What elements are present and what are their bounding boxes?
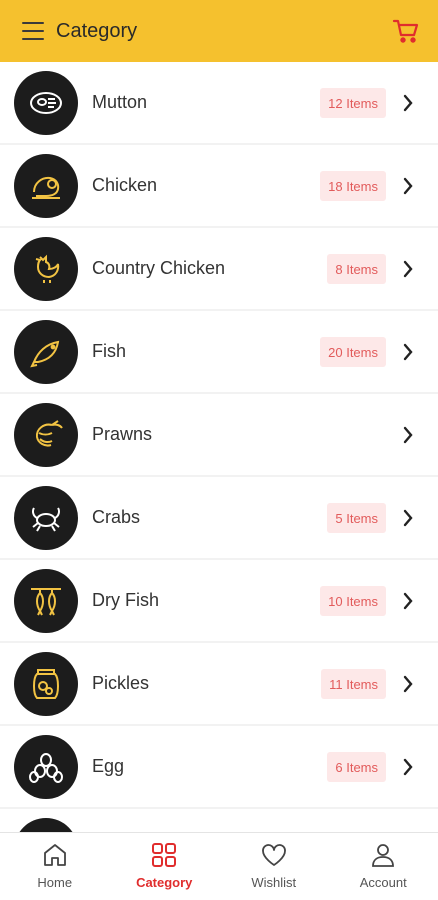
category-row-fish[interactable]: Fish 20 Items (0, 311, 438, 392)
category-label: Prawns (92, 424, 153, 444)
eggs-icon (14, 734, 78, 799)
item-count-badge: 20 Items (320, 337, 386, 367)
category-row-prawns[interactable]: Prawns (0, 394, 438, 475)
category-row-egg[interactable]: Egg 6 Items (0, 726, 438, 807)
chevron-right-icon (403, 592, 413, 610)
app-header: Category (0, 0, 438, 62)
category-row-partial[interactable] (0, 809, 438, 832)
chevron-right-icon (403, 675, 413, 693)
category-row-crabs[interactable]: Crabs 5 Items (0, 477, 438, 558)
hamburger-menu-icon[interactable] (22, 22, 44, 40)
dry-fish-icon (14, 568, 78, 633)
item-count-badge: 10 Items (320, 586, 386, 616)
roast-chicken-icon (14, 153, 78, 218)
nav-home[interactable]: Home (0, 833, 110, 900)
prawn-icon (14, 402, 78, 467)
item-count-badge: 6 Items (327, 752, 386, 782)
nav-label: Category (136, 875, 193, 890)
bottom-navigation: Home Category Wishlist Account (0, 832, 438, 900)
steak-icon (14, 70, 78, 135)
fish-icon (14, 319, 78, 384)
chevron-right-icon (403, 260, 413, 278)
nav-label: Wishlist (251, 875, 297, 890)
category-row-country-chicken[interactable]: Country Chicken 8 Items (0, 228, 438, 309)
chevron-right-icon (403, 343, 413, 361)
category-row-mutton[interactable]: Mutton 12 Items (0, 62, 438, 143)
category-row-dry-fish[interactable]: Dry Fish 10 Items (0, 560, 438, 641)
category-row-chicken[interactable]: Chicken 18 Items (0, 145, 438, 226)
user-icon (372, 844, 395, 867)
page-title: Category (56, 19, 138, 42)
category-label: Country Chicken (92, 258, 226, 278)
cart-icon[interactable] (392, 17, 420, 45)
category-row-pickles[interactable]: Pickles 11 Items (0, 643, 438, 724)
category-label: Mutton (92, 92, 148, 112)
rooster-icon (14, 236, 78, 301)
chevron-right-icon (403, 177, 413, 195)
nav-label: Account (359, 875, 407, 890)
category-label: Pickles (92, 673, 150, 693)
grid-icon (152, 843, 177, 867)
item-count-badge: 5 Items (327, 503, 386, 533)
home-icon (43, 844, 66, 866)
category-label: Dry Fish (92, 590, 159, 610)
chevron-right-icon (403, 426, 413, 444)
nav-category[interactable]: Category (110, 833, 220, 900)
crab-icon (14, 485, 78, 550)
pickle-jar-icon (14, 651, 78, 716)
chevron-right-icon (403, 509, 413, 527)
chevron-right-icon (403, 94, 413, 112)
heart-icon (261, 844, 286, 866)
category-list: Mutton 12 Items Chicken 18 Items Country… (0, 62, 438, 832)
item-count-badge: 11 Items (321, 669, 386, 699)
nav-label: Home (37, 875, 73, 890)
item-count-badge: 8 Items (327, 254, 386, 284)
category-label: Egg (92, 756, 125, 776)
item-count-badge: 12 Items (320, 88, 386, 118)
category-label: Crabs (92, 507, 141, 527)
item-count-badge: 18 Items (320, 171, 386, 201)
nav-wishlist[interactable]: Wishlist (219, 833, 329, 900)
nav-account[interactable]: Account (329, 833, 438, 900)
category-icon (14, 817, 78, 832)
category-label: Chicken (92, 175, 158, 195)
category-label: Fish (92, 341, 127, 361)
chevron-right-icon (403, 758, 413, 776)
